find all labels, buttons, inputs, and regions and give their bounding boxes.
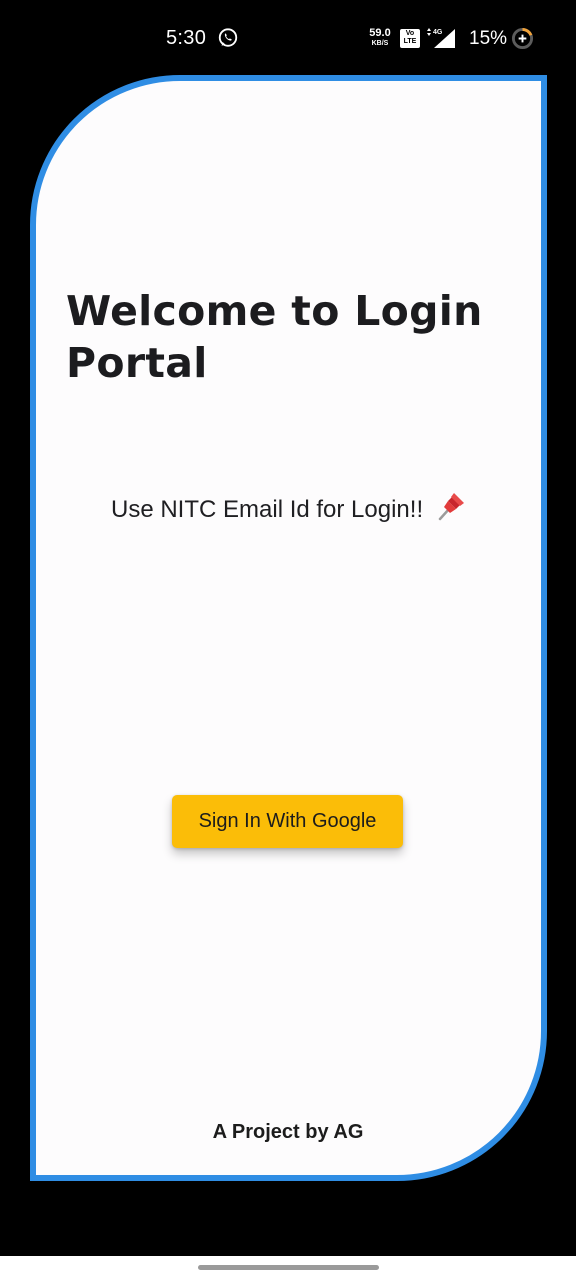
login-instruction: Use NITC Email Id for Login!! xyxy=(111,491,468,524)
navigation-bar xyxy=(0,1256,576,1280)
volte-top-label: Vo xyxy=(405,30,415,37)
login-instruction-text: Use NITC Email Id for Login!! xyxy=(111,496,424,523)
battery-percent: 15% xyxy=(469,28,508,49)
login-card xyxy=(30,75,547,1181)
status-bar: 5:30 59.0 KB/S Vo LTE 4G 15% xyxy=(0,0,576,78)
network-speed-unit: KB/S xyxy=(371,40,389,47)
sign-in-google-button[interactable]: Sign In With Google xyxy=(172,795,403,848)
footer-credit: A Project by AG xyxy=(212,1121,364,1143)
home-indicator[interactable] xyxy=(198,1265,379,1270)
status-time: 5:30 xyxy=(166,27,207,49)
signal-icon: 4G xyxy=(427,28,455,48)
network-type-label: 4G xyxy=(433,29,443,36)
pushpin-icon xyxy=(438,493,464,521)
page-title: Welcome to Login Portal xyxy=(66,287,483,387)
battery-saver-icon xyxy=(511,27,534,50)
whatsapp-icon xyxy=(218,28,238,47)
volte-icon: Vo LTE xyxy=(400,29,420,48)
network-speed: 59.0 KB/S xyxy=(366,27,394,48)
network-speed-value: 59.0 xyxy=(369,27,391,39)
volte-bottom-label: LTE xyxy=(403,38,417,45)
